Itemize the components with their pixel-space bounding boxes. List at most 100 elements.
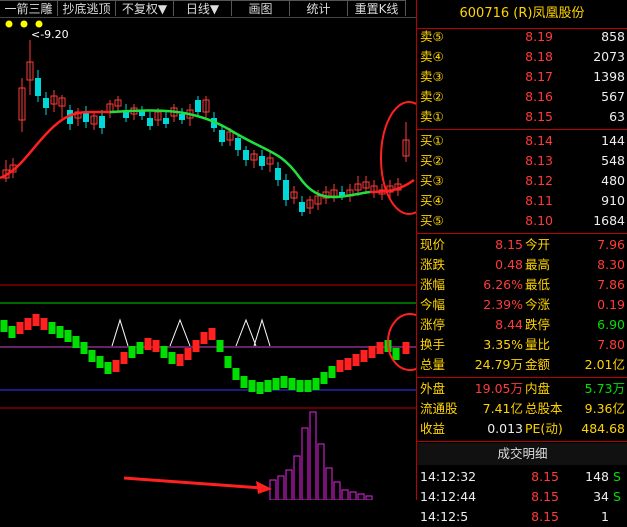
divider [417,233,627,234]
volume-bar [349,491,357,500]
indicator-block [232,368,240,380]
divider [417,441,627,442]
divider [417,129,627,130]
info-row: 流通股 7.41亿 总股本 9.36亿 [417,399,627,419]
indicator-block [368,346,376,358]
indicator-block [56,326,64,338]
volume-bar [269,479,277,500]
candle-body-down [99,116,105,128]
quote-value: 7.86 [597,277,625,292]
order-label: 买④ [420,193,444,208]
order-volume: 480 [601,173,625,188]
indicator-block [360,350,368,362]
quote-value: 8.15 [495,237,523,252]
indicator-block [392,348,400,360]
order-price: 8.11 [525,193,553,208]
quote-value: 3.35% [483,337,523,352]
indicator-block [352,354,360,366]
toolbar-button-1[interactable]: 抄底逃顶 [58,0,116,16]
indicator-block [48,322,56,334]
buy-order-row: 买⑤ 8.10 1684 [417,211,627,231]
quote-label: 跌停 [525,317,551,332]
indicator-block [96,356,104,368]
kline-chart[interactable]: <-9.20 [0,17,416,500]
toolbar-button-4[interactable]: 画图 [232,0,290,16]
indicator-block [192,340,200,352]
trade-volume: 34 [593,489,609,504]
indicator-block [24,318,32,330]
info-row: 外盘 19.05万 内盘 5.73万 [417,379,627,399]
quote-label: 金额 [525,357,551,372]
order-label: 买⑤ [420,213,444,228]
quote-value: 7.80 [597,337,625,352]
indicator-block [64,330,72,342]
quote-label: 现价 [420,237,446,252]
signal-dot [20,20,28,28]
info-label: 内盘 [525,381,551,396]
indicator-spike [235,318,257,347]
stock-name: (R)凤凰股份 [513,6,585,21]
indicator-block [216,340,224,352]
info-value: 0.013 [487,421,523,436]
indicator-block [152,340,160,352]
trade-price: 8.15 [531,509,559,524]
indicator-block [184,348,192,360]
quote-label: 换手 [420,337,446,352]
quote-row: 今幅 2.39% 今涨 0.19 [417,295,627,315]
indicator-block [136,342,144,354]
quote-value: 6.26% [483,277,523,292]
quote-value: 8.44 [495,317,523,332]
indicator-block [32,314,40,326]
volume-bar [333,481,341,500]
candle-body-down [299,202,305,212]
quote-label: 最低 [525,277,551,292]
indicator-block [256,382,264,394]
sell-order-row: 卖① 8.15 63 [417,107,627,127]
quote-row: 涨跌 0.48 最高 8.30 [417,255,627,275]
toolbar-button-0[interactable]: 一箭三雕 [0,0,58,16]
quote-label: 今涨 [525,297,551,312]
trade-time: 14:12:44 [420,489,477,504]
candle-body-down [35,78,41,96]
toolbar-button-2[interactable]: 不复权▼ [116,0,174,16]
candle-body-down [243,150,249,160]
order-volume: 858 [601,29,625,44]
order-label: 卖⑤ [420,29,444,44]
indicator-spike [111,318,129,347]
order-price: 8.17 [525,69,553,84]
buy-order-row: 买② 8.13 548 [417,151,627,171]
candle-body-down [235,138,241,150]
quote-value: 7.96 [597,237,625,252]
trade-row: 14:12:5 8.15 1 [417,507,627,527]
order-label: 卖③ [420,69,444,84]
toolbar-button-5[interactable]: 统计 [290,0,348,16]
order-price: 8.14 [525,133,553,148]
volume-bar [317,443,325,500]
sell-order-row: 卖② 8.16 567 [417,87,627,107]
trade-price: 8.15 [531,489,559,504]
candle-body-down [163,118,169,124]
quote-label: 最高 [525,257,551,272]
volume-bar [285,469,293,500]
order-price: 8.15 [525,109,553,124]
trade-detail-title[interactable]: 成交明细 [417,443,627,465]
trade-price: 8.15 [531,469,559,484]
stock-title: 600716 (R)凤凰股份 [417,0,627,29]
candle-body-down [275,168,281,180]
info-value: 9.36亿 [584,401,625,416]
toolbar-button-3[interactable]: 日线▼ [174,0,232,16]
indicator-block [336,360,344,372]
indicator-block [112,360,120,372]
candle-body-down [195,100,201,112]
buy-order-row: 买④ 8.11 910 [417,191,627,211]
quote-label: 总量 [420,357,446,372]
quote-label: 量比 [525,337,551,352]
indicator-block [288,378,296,390]
toolbar-button-6[interactable]: 重置K线 [348,0,406,16]
order-volume: 1398 [593,69,625,84]
order-label: 卖① [420,109,444,124]
candle-body-down [43,98,49,108]
signal-dot [5,20,13,28]
volume-bar [357,493,365,500]
sell-order-row: 卖⑤ 8.19 858 [417,27,627,47]
